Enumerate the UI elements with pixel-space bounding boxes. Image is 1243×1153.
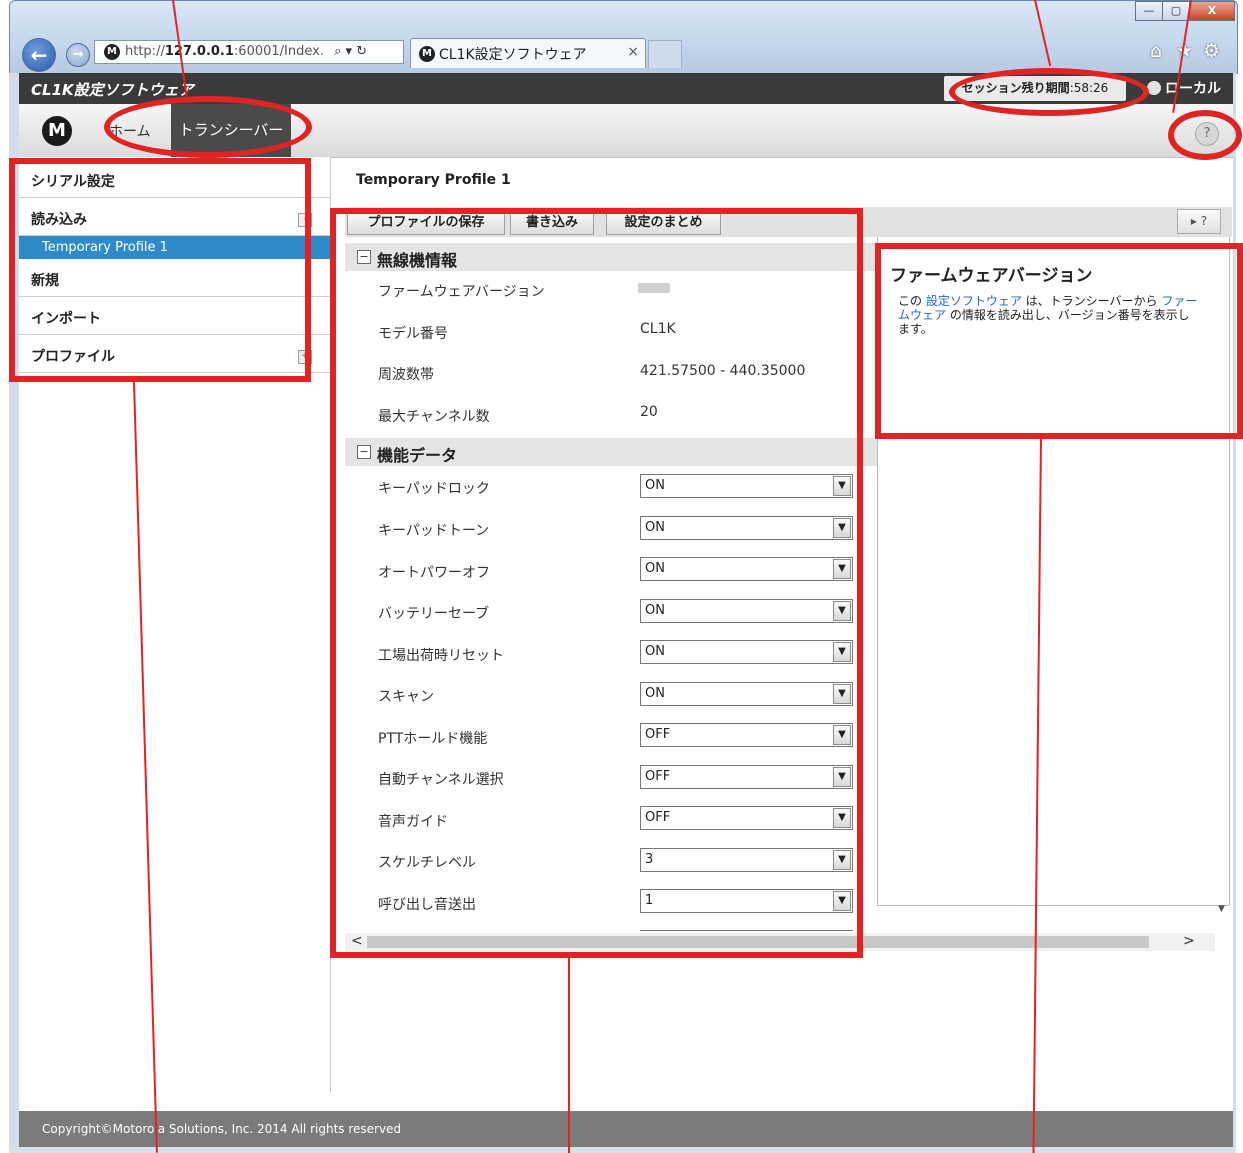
browser-tab[interactable]: M CL1K設定ソフトウェア × [410, 38, 646, 68]
settings-gear-icon[interactable]: ⚙ [1203, 40, 1220, 62]
back-arrow-icon[interactable]: ← [22, 38, 56, 72]
window-right-border [1233, 73, 1236, 1147]
local-button[interactable]: ローカル [1147, 78, 1221, 98]
page-title: Temporary Profile 1 [356, 172, 511, 188]
maximize-button[interactable]: ▢ [1162, 1, 1190, 21]
tab-favicon-icon: M [419, 46, 435, 62]
tab-close-icon[interactable]: × [627, 44, 639, 60]
annotation-leader-line [568, 957, 570, 1153]
scroll-down-arrow-icon[interactable]: ▼ [1218, 904, 1225, 914]
motorola-logo-icon: M [42, 116, 72, 146]
forward-arrow-icon[interactable]: → [66, 43, 90, 67]
site-favicon-icon: M [104, 44, 120, 60]
address-tools[interactable]: ⌕ ▾ ↻ [334, 44, 367, 59]
tab-title: CL1K設定ソフトウェア [439, 47, 587, 63]
local-status-icon [1147, 81, 1161, 95]
close-window-button[interactable]: X [1189, 1, 1235, 21]
annotation-oval-help [1168, 110, 1242, 160]
address-bar[interactable]: http://127.0.0.1:60001/Index. ⌕ ▾ ↻ [94, 40, 404, 64]
home-icon[interactable]: ⌂ [1150, 40, 1162, 62]
new-tab-button[interactable] [648, 40, 682, 68]
window-controls: — ▢ X [1135, 1, 1235, 21]
help-panel-toggle-button[interactable]: ▸ ? [1177, 209, 1221, 234]
annotation-oval-session [949, 68, 1149, 116]
footer: Copyright©Motorola Solutions, Inc. 2014 … [19, 1111, 1233, 1147]
app-title: CL1K設定ソフトウェア [31, 81, 194, 99]
window-bottom-border [9, 1147, 1236, 1153]
minimize-button[interactable]: — [1135, 1, 1163, 21]
address-path: :60001/Index. [233, 44, 324, 59]
copyright-text: Copyright©Motorola Solutions, Inc. 2014 … [42, 1122, 402, 1136]
address-prefix: http:// [125, 44, 165, 59]
scroll-right-arrow-icon[interactable]: > [1183, 933, 1195, 949]
annotation-box-form [330, 208, 863, 958]
address-host: 127.0.0.1 [164, 44, 234, 59]
local-label: ローカル [1165, 81, 1221, 97]
annotation-box-sidebar [9, 158, 311, 382]
annotation-oval-nav [104, 96, 312, 158]
annotation-box-help-panel [875, 243, 1243, 439]
